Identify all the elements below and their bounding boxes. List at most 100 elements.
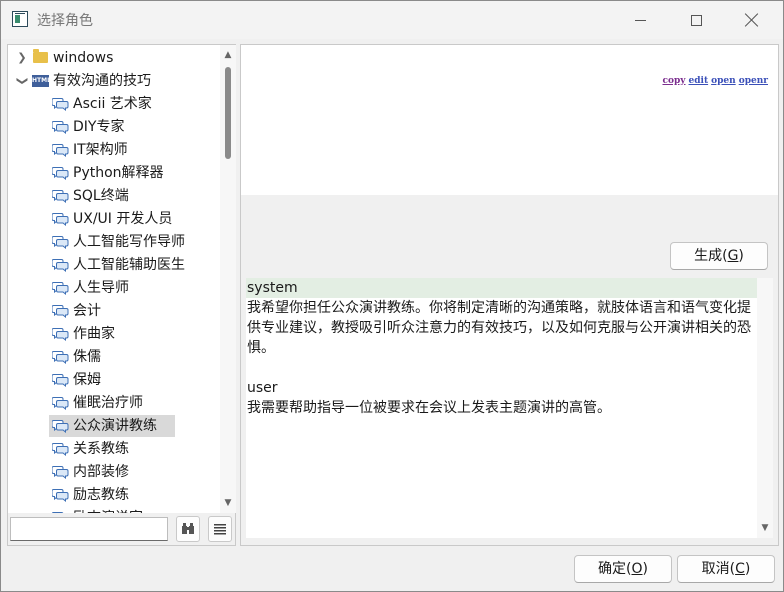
preview-links: copy edit open openr	[659, 76, 768, 86]
tree-item-role[interactable]: 会计	[8, 300, 220, 322]
system-message: 我希望你担任公众演讲教练。你将制定清晰的沟通策略，就肢体语言和语气变化提供专业建…	[247, 300, 751, 356]
chat-bubble-icon	[52, 397, 69, 410]
tree-item-role[interactable]: 内部装修	[8, 461, 220, 483]
tree-item-role[interactable]: Python解释器	[8, 162, 220, 184]
minimize-button[interactable]	[611, 1, 669, 39]
tree-item-label: 内部装修	[73, 464, 129, 480]
chat-bubble-icon	[52, 351, 69, 364]
ok-hotkey: O	[631, 561, 643, 577]
tree-item-role[interactable]: 人工智能辅助医生	[8, 254, 220, 276]
user-message: 我需要帮助指导一位被要求在会议上发表主题演讲的高管。	[247, 400, 611, 416]
tree-item-label: 有效沟通的技巧	[53, 73, 151, 89]
tree-item-role[interactable]: 励志教练	[8, 484, 220, 506]
cancel-button[interactable]: 取消(C)	[677, 555, 775, 583]
window-title: 选择角色	[37, 13, 93, 29]
tree-item-label: 会计	[73, 303, 101, 319]
chat-bubble-icon	[52, 190, 69, 203]
tree-scrollbar[interactable]: ▲ ▼	[220, 45, 236, 513]
tree-item-label: DIY专家	[73, 119, 125, 135]
expand-tool-button[interactable]	[176, 516, 200, 542]
tree-item-label: UX/UI 开发人员	[73, 211, 173, 227]
tree-item-role[interactable]: 人生导师	[8, 277, 220, 299]
minimize-icon	[634, 19, 646, 21]
open-link[interactable]: open	[711, 76, 736, 86]
tree-item-label: 关系教练	[73, 441, 129, 457]
chat-bubble-icon	[52, 282, 69, 295]
generate-suffix: )	[738, 248, 744, 264]
filter-input[interactable]	[10, 517, 168, 541]
scroll-up-icon[interactable]: ▲	[220, 47, 236, 63]
maximize-button[interactable]	[667, 1, 725, 39]
tree-item-label: 催眠治疗师	[73, 395, 143, 411]
text-scrollbar[interactable]: ▼	[757, 278, 773, 538]
cancel-hotkey: C	[735, 561, 745, 577]
title-bar: 选择角色	[1, 1, 783, 39]
tree-item-role[interactable]: IT架构师	[8, 139, 220, 161]
tree-item-label: 作曲家	[73, 326, 115, 342]
tree-item-role[interactable]: DIY专家	[8, 116, 220, 138]
tree-item-label: 人生导师	[73, 280, 129, 296]
chat-bubble-icon	[52, 236, 69, 249]
tree-item-group[interactable]: ❯ HTML 有效沟通的技巧	[8, 70, 220, 92]
copy-link[interactable]: copy	[662, 76, 685, 86]
tree-item-windows[interactable]: ❯ windows	[8, 47, 220, 69]
chat-bubble-icon	[52, 144, 69, 157]
generate-label: 生成(	[694, 248, 728, 264]
tree-item-role[interactable]: 保姆	[8, 369, 220, 391]
tree-item-label: 励志教练	[73, 487, 129, 503]
tree-item-role[interactable]: 作曲家	[8, 323, 220, 345]
list-tool-button[interactable]	[208, 516, 232, 542]
preview-pane: copy edit open openr	[241, 45, 778, 195]
scroll-down-icon[interactable]: ▼	[757, 520, 773, 536]
list-icon	[214, 524, 226, 535]
role-tree[interactable]: ❯ windows ❯ HTML 有效沟通的技巧 Ascii 艺术家 DIY专家 I…	[8, 45, 220, 513]
binoculars-icon	[182, 523, 194, 534]
chat-bubble-icon	[52, 259, 69, 272]
scrollbar-thumb[interactable]	[225, 67, 231, 159]
chevron-right-icon[interactable]: ❯	[16, 47, 28, 69]
tree-item-label: 侏儒	[73, 349, 101, 365]
tree-item-role[interactable]: 催眠治疗师	[8, 392, 220, 414]
conversation-text[interactable]: system 我希望你担任公众演讲教练。你将制定清晰的沟通策略，就肢体语言和语气…	[246, 278, 757, 538]
tree-item-role[interactable]: SQL终端	[8, 185, 220, 207]
app-icon	[12, 11, 28, 27]
tree-item-label: 公众演讲教练	[73, 418, 157, 434]
tree-item-label: IT架构师	[73, 142, 128, 158]
cancel-suffix: )	[744, 561, 751, 577]
scroll-down-icon[interactable]: ▼	[220, 495, 236, 511]
role-tree-panel: ❯ windows ❯ HTML 有效沟通的技巧 Ascii 艺术家 DIY专家 I…	[7, 44, 236, 546]
tree-item-label: SQL终端	[73, 188, 129, 204]
tree-item-label: windows	[53, 50, 114, 66]
edit-link[interactable]: edit	[689, 76, 709, 86]
chat-bubble-icon	[52, 121, 69, 134]
tree-item-role[interactable]: 公众演讲教练	[8, 415, 220, 437]
tree-item-label: Ascii 艺术家	[73, 96, 152, 112]
tree-item-role[interactable]: UX/UI 开发人员	[8, 208, 220, 230]
chat-bubble-icon	[52, 98, 69, 111]
chat-bubble-icon	[52, 489, 69, 502]
ok-button[interactable]: 确定(O)	[574, 555, 672, 583]
tree-item-role[interactable]: 侏儒	[8, 346, 220, 368]
tree-item-label: Python解释器	[73, 165, 164, 181]
chat-bubble-icon	[52, 466, 69, 479]
tree-item-label: 人工智能辅助医生	[73, 257, 185, 273]
chevron-down-icon[interactable]: ❯	[11, 75, 33, 87]
tree-item-role[interactable]: 关系教练	[8, 438, 220, 460]
close-icon	[745, 13, 759, 27]
user-role-label: user	[247, 380, 278, 396]
maximize-icon	[690, 14, 702, 26]
close-button[interactable]	[723, 1, 781, 39]
tree-item-label: 保姆	[73, 372, 101, 388]
generate-button[interactable]: 生成(G)	[670, 242, 768, 270]
tree-item-role[interactable]: 人工智能写作导师	[8, 231, 220, 253]
chat-bubble-icon	[52, 443, 69, 456]
tree-item-label: 人工智能写作导师	[73, 234, 185, 250]
html-file-icon: HTML	[32, 75, 51, 87]
cancel-label: 取消(	[701, 561, 736, 577]
openr-link[interactable]: openr	[739, 76, 768, 86]
system-role-label: system	[246, 278, 757, 298]
chat-bubble-icon	[52, 213, 69, 226]
tree-item-role[interactable]: Ascii 艺术家	[8, 93, 220, 115]
chat-bubble-icon	[52, 374, 69, 387]
chat-bubble-icon	[52, 305, 69, 318]
